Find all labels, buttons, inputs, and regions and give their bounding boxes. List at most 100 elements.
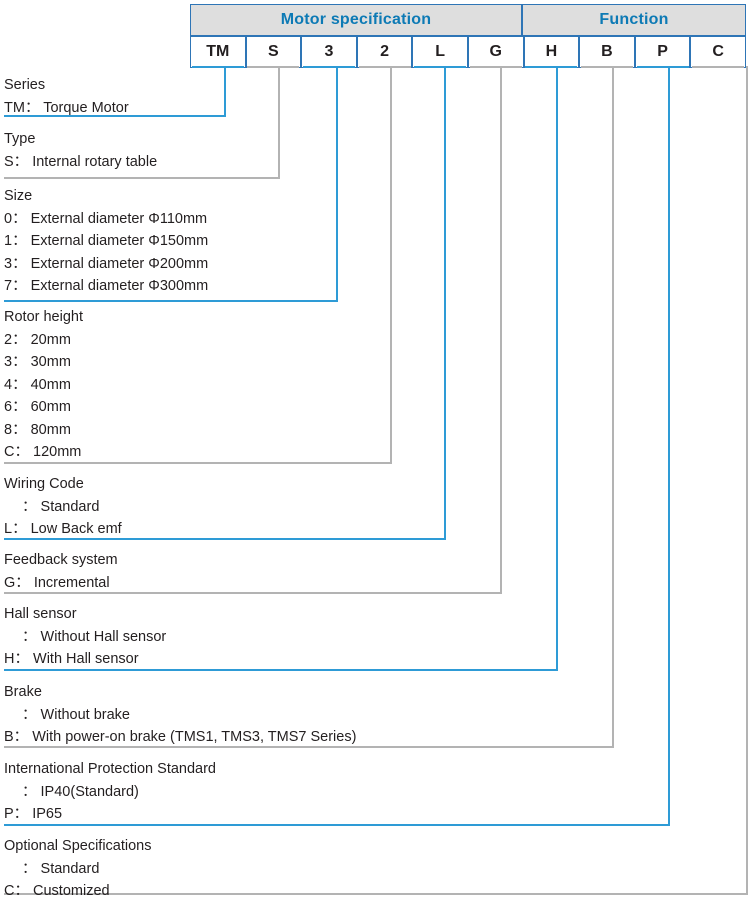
option-code: H — [4, 651, 15, 667]
connector-stub-wiring-code — [414, 66, 467, 68]
option-separator: ： — [22, 628, 37, 645]
connector-drop-type — [278, 66, 280, 179]
connector-stub-type — [247, 66, 300, 68]
connector-stub-brake — [581, 66, 633, 68]
section-rule-size — [4, 300, 338, 302]
option-code: TM — [4, 99, 25, 116]
code-cell-hall-sensor[interactable]: H — [523, 36, 580, 68]
section-title-type: Type — [4, 131, 36, 147]
option-code: C — [4, 883, 15, 899]
section-option-size-2: 3： External diameter Φ200mm — [4, 253, 208, 276]
section-option-optional-specifications-1: C： Customized — [4, 880, 152, 903]
option-text: External diameter Φ300mm — [30, 278, 209, 294]
option-text: Incremental — [33, 574, 110, 591]
connector-drop-optional-specifications — [746, 66, 748, 895]
section-title-brake: Brake — [4, 684, 42, 700]
option-separator: ： — [13, 729, 29, 745]
option-separator: ： — [14, 651, 29, 667]
section-title-international-protection-standard: International Protection Standard — [4, 761, 216, 777]
section-series: Series TM： Torque Motor — [4, 74, 129, 119]
section-option-feedback-system-0: G： Incremental — [4, 572, 118, 595]
option-text: With power-on brake (TMS1, TMS3, TMS7 Se… — [32, 729, 357, 745]
section-hall-sensor: Hall sensor： Without Hall sensor H： With … — [4, 603, 166, 671]
section-option-wiring-code-1: L： Low Back emf — [4, 518, 122, 541]
section-option-optional-specifications-0: ： Standard — [4, 858, 152, 881]
option-code: P — [4, 806, 14, 822]
option-code: B — [4, 729, 14, 745]
section-wiring-code: Wiring Code： Standard L： Low Back emf — [4, 473, 122, 541]
option-code: 7 — [4, 278, 13, 294]
code-cell-series[interactable]: TM — [190, 36, 246, 68]
model-code-diagram: Motor specification Function TM S 3 2 L … — [0, 0, 750, 904]
option-separator: ： — [12, 399, 27, 415]
connector-stub-rotor-height — [358, 66, 411, 68]
option-separator: ： — [15, 574, 30, 591]
section-type: Type S： Internal rotary table — [4, 128, 157, 173]
group-header-motor-specification-label: Motor specification — [280, 11, 432, 28]
option-separator: ： — [12, 521, 27, 537]
section-option-brake-1: B： With power-on brake (TMS1, TMS3, TMS7… — [4, 726, 356, 749]
option-text: 20mm — [30, 331, 71, 348]
connector-drop-rotor-height — [390, 66, 392, 464]
option-separator: ： — [22, 783, 37, 800]
group-header-function: Function — [522, 4, 746, 36]
section-rule-type — [4, 177, 280, 179]
group-header-row: Motor specification Function — [190, 4, 746, 36]
code-cell-brake[interactable]: B — [579, 36, 635, 68]
section-title-optional-specifications: Optional Specifications — [4, 838, 152, 854]
code-cell-type[interactable]: S — [245, 36, 302, 68]
code-cell-protection[interactable]: P — [634, 36, 691, 68]
option-text: External diameter Φ200mm — [30, 255, 209, 272]
option-separator: ： — [13, 153, 29, 170]
section-option-rotor-height-1: 3： 30mm — [4, 351, 83, 374]
code-cell-optional[interactable]: C — [690, 36, 746, 68]
option-text: 120mm — [33, 444, 82, 460]
option-separator: ： — [12, 376, 27, 393]
code-cell-row: TM S 3 2 L G H B P C — [190, 36, 746, 68]
option-code: 6 — [4, 399, 13, 415]
group-header-function-label: Function — [599, 11, 669, 28]
connector-drop-feedback-system — [500, 66, 502, 594]
option-separator: ： — [12, 354, 27, 370]
code-cell-wiring-code[interactable]: L — [412, 36, 468, 68]
section-option-international-protection-standard-1: P： IP65 — [4, 803, 216, 826]
option-separator: ： — [22, 860, 37, 877]
connector-stub-hall-sensor — [525, 66, 578, 68]
code-cell-rotor-height[interactable]: 2 — [356, 36, 413, 68]
section-title-series: Series — [4, 77, 46, 93]
connector-stub-international-protection-standard — [636, 66, 689, 68]
option-separator: ： — [12, 331, 27, 348]
code-cell-size[interactable]: 3 — [301, 36, 357, 68]
option-separator: ： — [14, 883, 29, 899]
code-cell-feedback-system[interactable]: G — [467, 36, 524, 68]
option-text: 30mm — [30, 354, 71, 370]
connector-drop-size — [336, 66, 338, 302]
section-title-wiring-code: Wiring Code — [4, 476, 84, 492]
section-option-international-protection-standard-0: ： IP40(Standard) — [4, 781, 216, 804]
section-title-hall-sensor: Hall sensor — [4, 606, 77, 622]
option-code: G — [4, 574, 16, 591]
section-title-rotor-height: Rotor height — [4, 309, 83, 325]
option-code: C — [4, 444, 15, 460]
section-option-rotor-height-0: 2： 20mm — [4, 329, 83, 352]
option-code: 3 — [4, 255, 13, 272]
option-separator: ： — [24, 99, 40, 116]
option-text: Customized — [33, 883, 110, 899]
section-option-rotor-height-5: C： 120mm — [4, 441, 83, 464]
connector-drop-brake — [612, 66, 614, 748]
option-text: External diameter Φ150mm — [30, 233, 209, 249]
connector-drop-wiring-code — [444, 66, 446, 540]
connector-drop-series — [224, 66, 226, 117]
option-text: IP65 — [32, 806, 63, 822]
section-feedback-system: Feedback system G： Incremental — [4, 549, 118, 594]
connector-stub-size — [303, 66, 355, 68]
section-option-rotor-height-3: 6： 60mm — [4, 396, 83, 419]
option-separator: ： — [12, 255, 27, 272]
section-option-rotor-height-4: 8： 80mm — [4, 419, 83, 442]
connector-drop-hall-sensor — [556, 66, 558, 671]
model-code-table: Motor specification Function TM S 3 2 L … — [190, 4, 746, 68]
option-code: S — [4, 153, 14, 170]
section-title-feedback-system: Feedback system — [4, 552, 118, 568]
connector-stub-series — [191, 66, 244, 68]
option-separator: ： — [12, 421, 27, 438]
